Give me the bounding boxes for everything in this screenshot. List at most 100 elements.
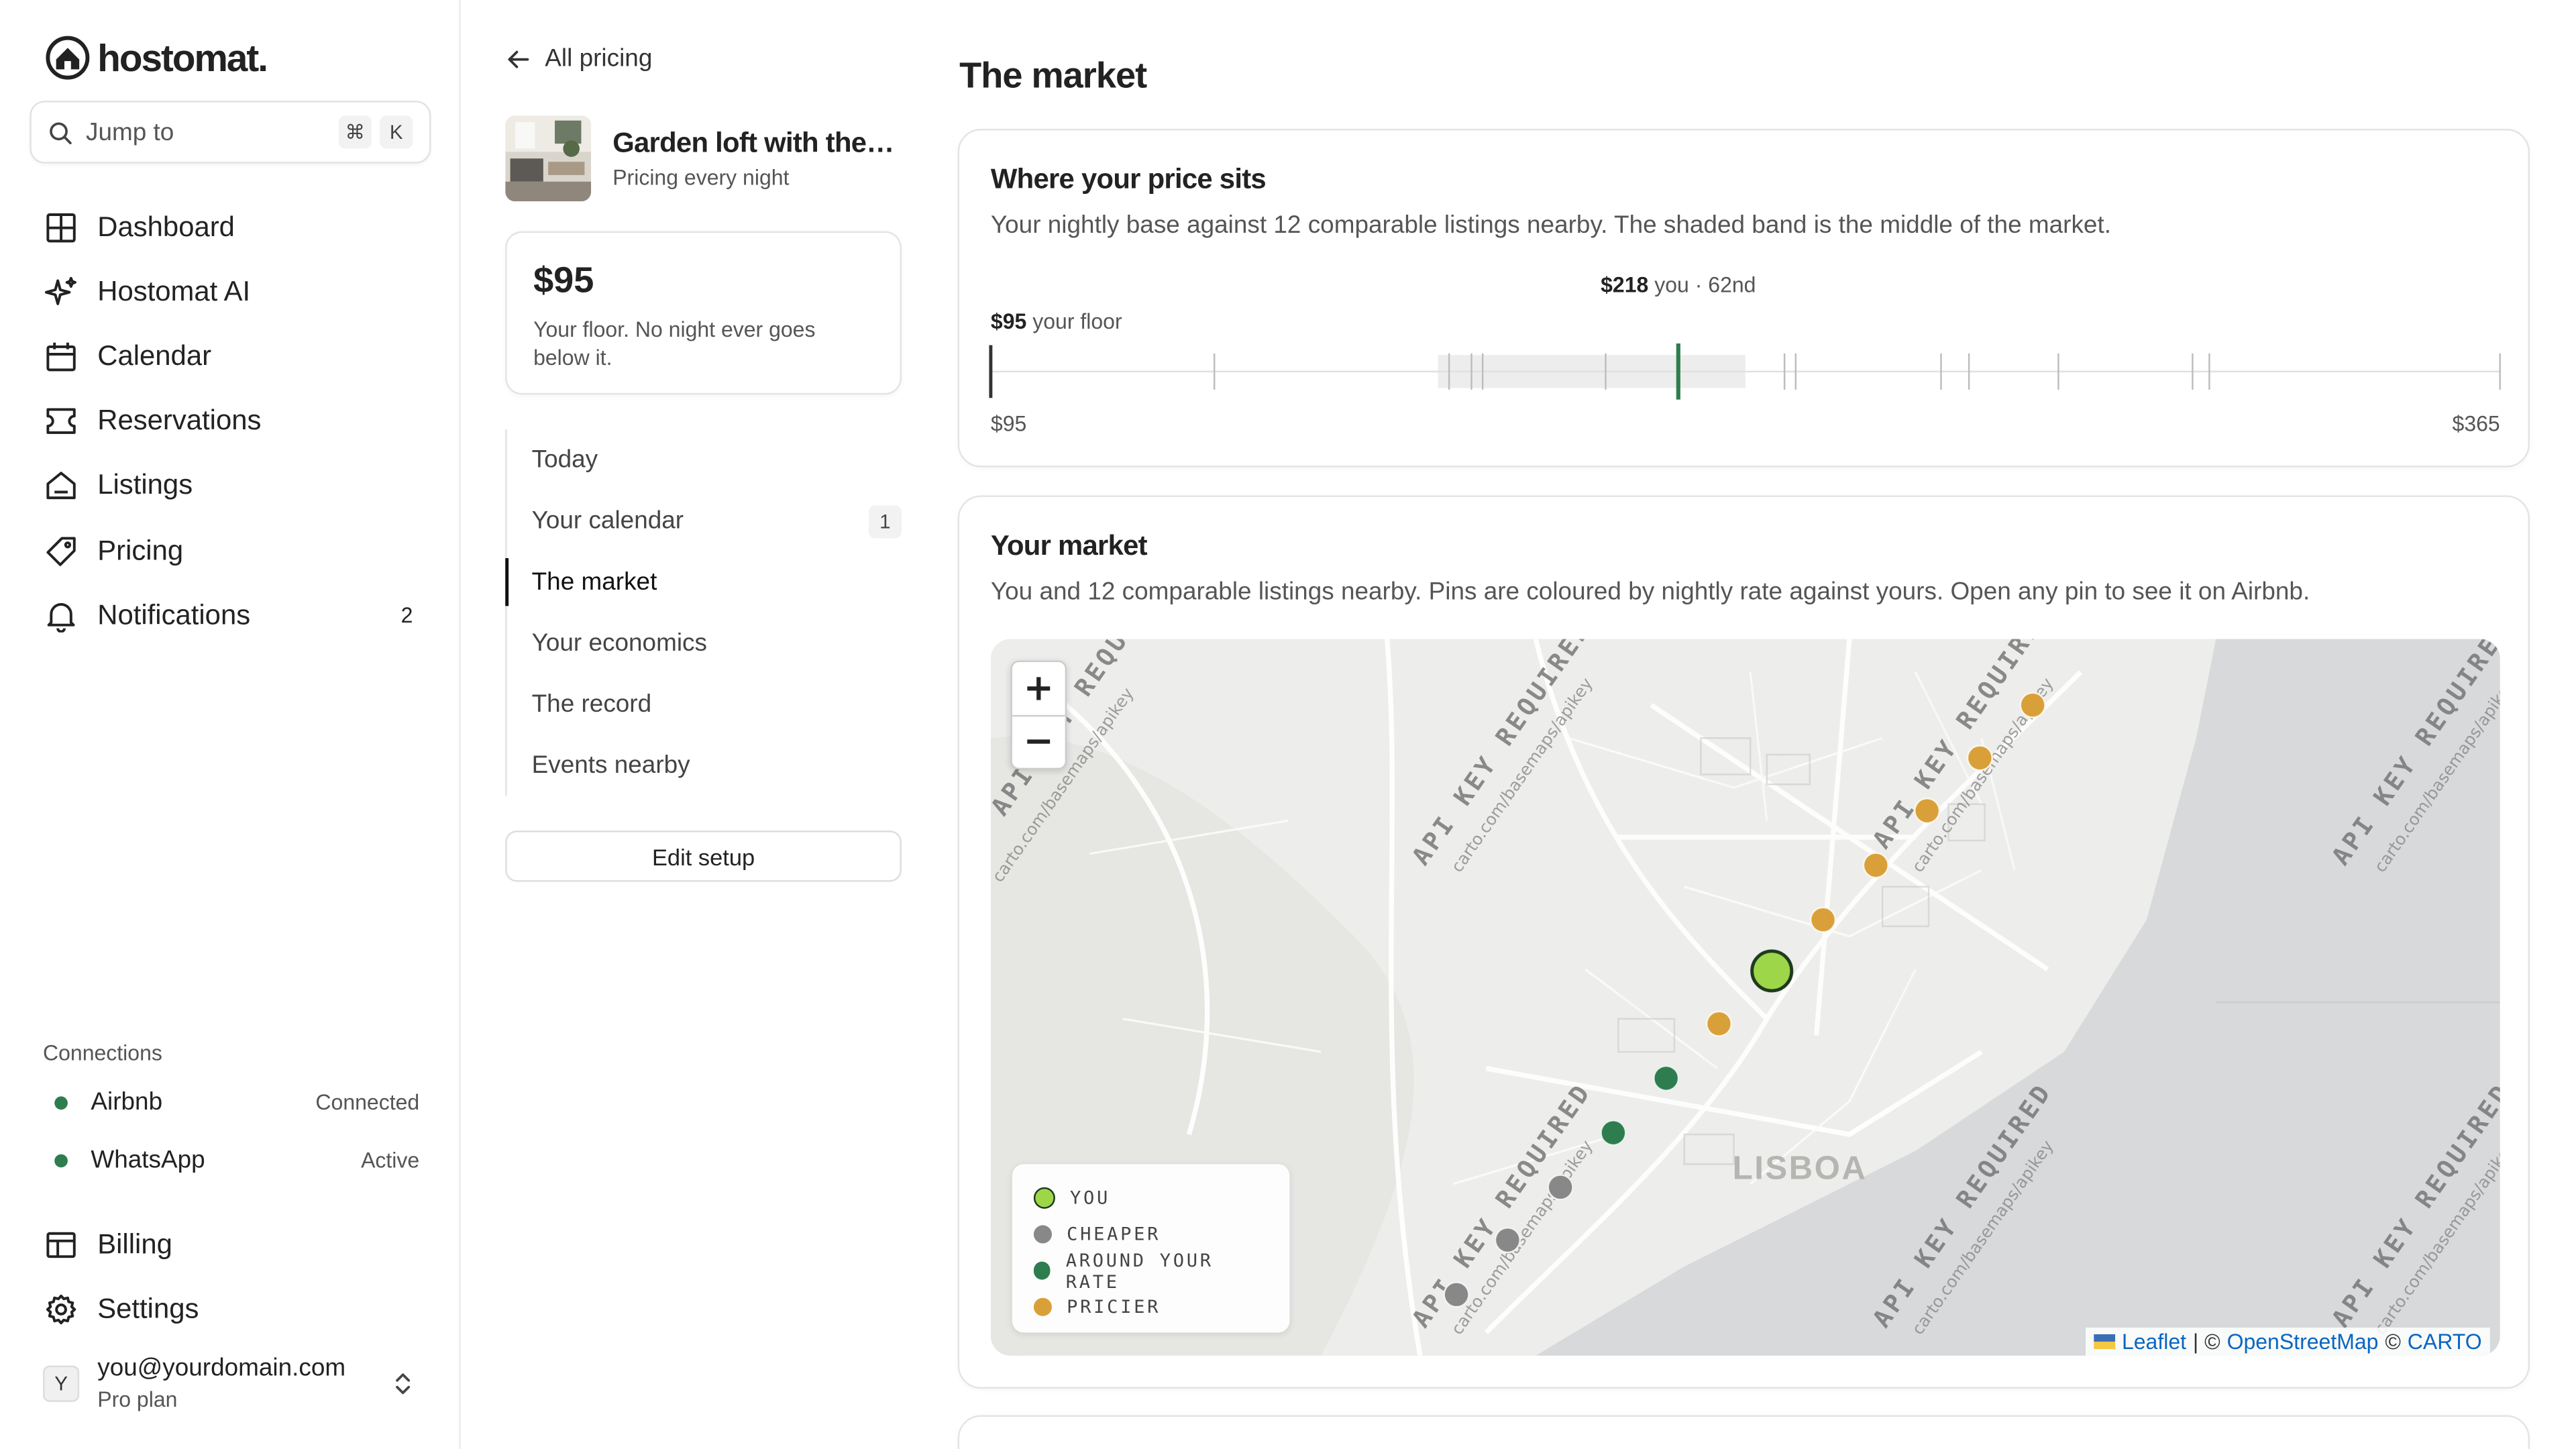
next-card [957,1415,2530,1449]
connection-whatsapp[interactable]: WhatsApp Active [43,1146,419,1174]
nav-label: Notifications [97,598,251,631]
middle-market-band [1438,355,1746,388]
map-attribution: Leaflet | © OpenStreetMap © CARTO [2085,1328,2490,1356]
chevron-up-down-icon [396,1373,411,1393]
price-position-card: Where your price sits Your nightly base … [957,128,2530,468]
listing-thumbnail [505,115,592,202]
subnav-the-market[interactable]: The market [505,551,902,612]
logo[interactable]: hostomat. [44,35,268,81]
subnav-your-calendar[interactable]: Your calendar 1 [507,490,902,551]
card-description: You and 12 comparable listings nearby. P… [990,578,2310,606]
shortcut-k-key: K [380,115,413,149]
user-menu[interactable]: Y you@yourdomain.com Pro plan [42,1354,423,1412]
floor-price: $95 [533,259,594,301]
map-pin-around[interactable] [1600,1119,1627,1146]
listing-text: Garden loft with the l... Pricing every … [612,127,902,191]
edit-setup-button[interactable]: Edit setup [505,830,902,882]
map-pin-pricier[interactable] [1966,745,1994,771]
bell-icon [43,597,79,633]
city-label: LISBOA [1733,1150,1868,1187]
nav-label: Dashboard [97,211,235,242]
jump-to-label: Jump to [85,117,174,146]
subnav-your-economics[interactable]: Your economics [507,612,902,674]
subnav-the-record[interactable]: The record [507,674,902,735]
sidebar: hostomat. Jump to ⌘ K Dashboard Hostomat… [0,0,461,1449]
shortcut-mod-key: ⌘ [338,115,372,149]
connections-title: Connections [42,1040,162,1065]
subnav-label: Your calendar [531,506,684,535]
subnav-today[interactable]: Today [507,429,902,490]
logo-text: hostomat. [97,35,268,78]
zoom-in-button[interactable]: + [1012,662,1065,715]
search-icon [50,121,72,144]
card-description: Your nightly base against 12 comparable … [990,211,2111,239]
market-map[interactable]: LISBOA API KEY REQUIRED API KEY REQUIRED… [990,639,2500,1356]
floor-description: Your floor. No night ever goes below it. [533,317,816,370]
pricing-subnav: Today Your calendar 1 The market Your ec… [505,429,902,796]
map-pin-cheaper[interactable] [1547,1174,1574,1201]
map-pin-pricier[interactable] [1862,852,1889,879]
legend-item-you: YOU [1032,1181,1269,1217]
map-pin-you[interactable] [1750,949,1794,993]
jump-to-search[interactable]: Jump to ⌘ K [30,101,431,164]
map-pin-pricier[interactable] [1913,797,1941,824]
openstreetmap-link[interactable]: OpenStreetMap [2227,1330,2379,1354]
map-pin-cheaper[interactable] [1443,1281,1470,1308]
calendar-count-badge: 1 [868,504,902,538]
nav-label: Pricing [97,534,184,566]
nav-label: Billing [97,1228,172,1260]
legend-item-cheaper: CHEAPER [1032,1217,1269,1253]
back-link-label: All pricing [545,44,653,73]
map-pin-pricier[interactable] [2019,692,2046,718]
back-link[interactable]: All pricing [505,44,652,72]
zoom-out-button[interactable]: − [1012,714,1065,768]
nav-item-listings[interactable]: Listings [43,453,423,518]
legend-dot [1033,1261,1051,1280]
main-nav: Dashboard Hostomat AI Calendar Reservati… [43,195,423,647]
connection-status: Active [361,1147,420,1173]
nav-label: Calendar [97,339,212,372]
map-pin-around[interactable] [1652,1065,1680,1092]
nav-item-notifications[interactable]: Notifications 2 [43,583,423,647]
nav-item-reservations[interactable]: Reservations [43,389,423,453]
nav-item-hostomat-ai[interactable]: Hostomat AI [43,260,423,324]
your-price-label: $218 you · 62nd [1601,272,1756,297]
listing-subtitle: Pricing every night [612,165,790,191]
user-plan: Pro plan [97,1387,178,1412]
home-icon [43,468,79,504]
gear-icon [43,1291,79,1327]
connection-name: Airbnb [91,1088,163,1116]
zoom-control: + − [1010,660,1067,770]
user-email: you@yourdomain.com [97,1354,346,1383]
nav-item-dashboard[interactable]: Dashboard [43,195,423,259]
floor-price-card: $95 Your floor. No night ever goes below… [505,231,902,395]
scale-min-label: $95 [990,411,1027,436]
floor-label-suffix: your floor [1032,309,1122,334]
connection-airbnb[interactable]: Airbnb Connected [43,1088,419,1116]
nav-item-settings[interactable]: Settings [43,1277,423,1341]
legend-item-pricier: PRICIER [1032,1289,1269,1325]
nav-item-pricing[interactable]: Pricing [43,519,423,583]
nav-label: Listings [97,469,193,501]
legend-label: AROUND YOUR RATE [1065,1249,1214,1293]
legend-dot [1033,1297,1052,1316]
your-price: $218 [1601,272,1649,298]
card-title: Where your price sits [990,163,1267,195]
map-pin-cheaper[interactable] [1494,1226,1521,1254]
user-info: you@yourdomain.com Pro plan [97,1354,391,1411]
leaflet-link[interactable]: Leaflet [2122,1330,2186,1354]
nav-item-billing[interactable]: Billing [43,1212,423,1277]
legend-dot [1033,1187,1055,1210]
nav-item-calendar[interactable]: Calendar [43,324,423,388]
carto-link[interactable]: CARTO [2408,1330,2482,1354]
map-pin-pricier[interactable] [1705,1010,1733,1037]
ukraine-flag-icon [2094,1334,2116,1350]
ticket-icon [43,403,79,439]
logo-icon [46,36,90,80]
bottom-nav: Billing Settings [43,1212,423,1342]
map-pin-pricier[interactable] [1809,906,1837,933]
subnav-events-nearby[interactable]: Events nearby [507,735,902,796]
page-title: The market [959,54,1147,96]
legend-label: PRICIER [1067,1295,1161,1318]
legend-dot [1033,1225,1052,1244]
